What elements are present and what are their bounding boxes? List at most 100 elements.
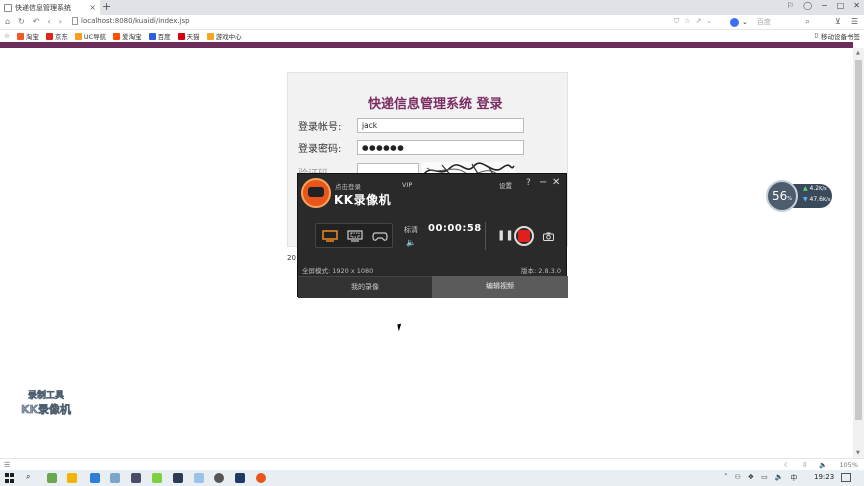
recorder-watermark: 录制工具 KK录像机 bbox=[20, 391, 72, 417]
chevron-up-icon[interactable]: ˄ bbox=[724, 473, 728, 483]
bookmarks-bar: ☆ 淘宝 京东 UC导航 爱淘宝 百度 天猫 游戏中心 bbox=[0, 30, 864, 42]
tmall-icon bbox=[177, 32, 185, 40]
fullscreen-mode-icon[interactable] bbox=[322, 230, 338, 242]
back-icon[interactable]: ‹ bbox=[47, 17, 50, 26]
url-text: localhost:8080/kuaidi/index.jsp bbox=[81, 17, 190, 25]
baidu-icon bbox=[148, 32, 156, 40]
scroll-up-icon[interactable]: ▲ bbox=[856, 50, 860, 56]
app-icon[interactable] bbox=[152, 473, 162, 483]
jd-icon bbox=[45, 32, 53, 40]
network-icon[interactable]: ▭ bbox=[761, 473, 768, 483]
search-icon[interactable]: ⌕ bbox=[806, 17, 810, 27]
game-mode-icon[interactable] bbox=[372, 230, 388, 242]
app-icon[interactable] bbox=[131, 473, 141, 483]
tab-edit-video[interactable]: 编辑视频 bbox=[432, 276, 568, 298]
url-field[interactable]: localhost:8080/kuaidi/index.jsp bbox=[72, 17, 190, 25]
bookmark-ai-taobao[interactable]: 爱淘宝 bbox=[113, 31, 142, 41]
kk-close-button[interactable]: ✕ bbox=[552, 177, 560, 188]
app-icon[interactable] bbox=[173, 473, 183, 483]
skin-icon[interactable]: ⚐ bbox=[787, 1, 794, 10]
mobile-bookmarks[interactable]: ▯ 移动设备书签 bbox=[814, 31, 860, 41]
download-icon[interactable]: ⇩ bbox=[802, 461, 807, 469]
bookmark-game-center[interactable]: 游戏中心 bbox=[206, 31, 242, 41]
browser-tab[interactable]: 快递信息管理系统 × bbox=[0, 0, 100, 15]
username-input[interactable]: jack bbox=[357, 118, 524, 133]
browser-tab-bar: 快递信息管理系统 × + ⚐ ◯ − □ ✕ bbox=[0, 0, 864, 15]
volume-icon[interactable]: 🔈 bbox=[775, 473, 784, 483]
bookmark-taobao[interactable]: 淘宝 bbox=[16, 31, 39, 41]
scrollbar-thumb[interactable] bbox=[855, 60, 862, 420]
sound-icon[interactable]: 🔈 bbox=[819, 461, 827, 469]
kk-record-timer: 00:00:58 bbox=[428, 223, 482, 234]
camera-icon[interactable] bbox=[543, 232, 554, 241]
chevron-down-icon[interactable]: ⌄ bbox=[742, 18, 748, 26]
app-icon[interactable] bbox=[194, 473, 204, 483]
network-speed-widget[interactable]: 56% ▲ 4.2K/s ▼ 47.6K/s bbox=[766, 180, 832, 212]
navigation-buttons: ⌂ ↻ ↶ ‹ › bbox=[5, 17, 62, 26]
pause-icon[interactable]: ❚❚ bbox=[497, 230, 514, 241]
bookmark-uc-nav[interactable]: UC导航 bbox=[74, 31, 106, 41]
notepad-icon[interactable] bbox=[110, 473, 120, 483]
tray-app-icon[interactable]: ⚇ bbox=[735, 473, 741, 483]
forward-icon[interactable]: › bbox=[59, 17, 62, 26]
kk-app-title: KK录像机 bbox=[334, 193, 392, 207]
kk-recorder-window: 点击登录 VIP KK录像机 设置 ? − ✕ 标清 🔈 00:00:58 ❚❚… bbox=[297, 173, 568, 298]
tab-my-recordings[interactable]: 我的录像 bbox=[298, 276, 432, 298]
kk-minimize-button[interactable]: − bbox=[539, 177, 547, 188]
cart-icon[interactable]: ⊻ bbox=[835, 17, 841, 26]
night-mode-icon[interactable]: ☾ bbox=[784, 461, 790, 469]
clock[interactable]: 19:23 bbox=[814, 473, 834, 481]
status-menu-icon[interactable]: ☰ bbox=[4, 461, 10, 469]
password-label: 登录密码: bbox=[298, 144, 342, 155]
scroll-down-icon[interactable]: ▼ bbox=[856, 450, 860, 456]
volume-icon[interactable]: 🔈 bbox=[406, 238, 416, 247]
kk-logo-icon bbox=[301, 178, 331, 208]
chevron-down-icon[interactable]: ⌄ bbox=[706, 17, 712, 26]
url-tools: ⛉ ☆ ↗ ⌄ bbox=[674, 17, 712, 26]
file-explorer-icon[interactable] bbox=[67, 473, 77, 483]
site-header-bar bbox=[0, 42, 853, 48]
browser-icon[interactable] bbox=[90, 473, 100, 483]
search-box[interactable]: ⌄ 百度 ⌕ bbox=[730, 16, 810, 28]
refresh-icon[interactable]: ↻ bbox=[18, 17, 25, 26]
notification-icon[interactable] bbox=[841, 473, 851, 482]
undo-icon[interactable]: ↶ bbox=[33, 17, 40, 26]
page-scrollbar[interactable]: ▲ ▼ bbox=[853, 48, 864, 458]
bookmark-baidu[interactable]: 百度 bbox=[148, 31, 171, 41]
search-icon[interactable]: ⌕ bbox=[26, 472, 30, 482]
region-mode-icon[interactable] bbox=[347, 230, 363, 242]
kk-recorder-taskbar-icon[interactable] bbox=[256, 473, 266, 483]
windows-taskbar: ⌕ ˄ ⚇ ❖ ▭ 🔈 中 19:23 bbox=[0, 470, 864, 486]
star-icon[interactable]: ☆ bbox=[684, 17, 690, 26]
maximize-window-button[interactable]: □ bbox=[837, 1, 845, 10]
tray-app-icon[interactable]: ❖ bbox=[748, 473, 754, 483]
ime-indicator[interactable]: 中 bbox=[790, 473, 797, 483]
menu-icon[interactable]: ☰ bbox=[851, 17, 858, 26]
new-tab-button[interactable]: + bbox=[102, 1, 111, 13]
share-icon[interactable]: ↗ bbox=[696, 17, 702, 26]
windows-start-icon[interactable] bbox=[5, 473, 15, 483]
kk-login-link[interactable]: 点击登录 bbox=[335, 181, 361, 191]
excel-icon[interactable] bbox=[47, 473, 57, 483]
taobao-icon bbox=[16, 32, 24, 40]
close-window-button[interactable]: ✕ bbox=[853, 1, 860, 10]
minimize-window-button[interactable]: − bbox=[821, 1, 828, 10]
stop-record-button[interactable] bbox=[514, 226, 534, 246]
home-icon[interactable]: ⌂ bbox=[5, 17, 10, 26]
filter-icon[interactable]: ⛉ bbox=[674, 17, 679, 26]
kk-settings-button[interactable]: 设置 bbox=[499, 180, 512, 190]
username-label: 登录帐号: bbox=[298, 122, 342, 133]
shield-icon[interactable]: ◯ bbox=[803, 1, 812, 10]
bookmark-tmall[interactable]: 天猫 bbox=[177, 31, 200, 41]
app-icon[interactable] bbox=[214, 473, 224, 483]
ai-taobao-icon bbox=[113, 32, 121, 40]
kk-vip-badge[interactable]: VIP bbox=[402, 181, 412, 189]
app-icon[interactable] bbox=[235, 473, 245, 483]
tab-title: 快递信息管理系统 bbox=[15, 3, 71, 12]
zoom-level[interactable]: 105% bbox=[839, 461, 858, 469]
kk-help-button[interactable]: ? bbox=[526, 178, 531, 188]
bookmark-jd[interactable]: 京东 bbox=[45, 31, 68, 41]
password-input[interactable]: ●●●●●● bbox=[357, 140, 524, 155]
tab-close-icon[interactable]: × bbox=[89, 3, 96, 12]
kk-quality-selector[interactable]: 标清 bbox=[404, 225, 418, 235]
